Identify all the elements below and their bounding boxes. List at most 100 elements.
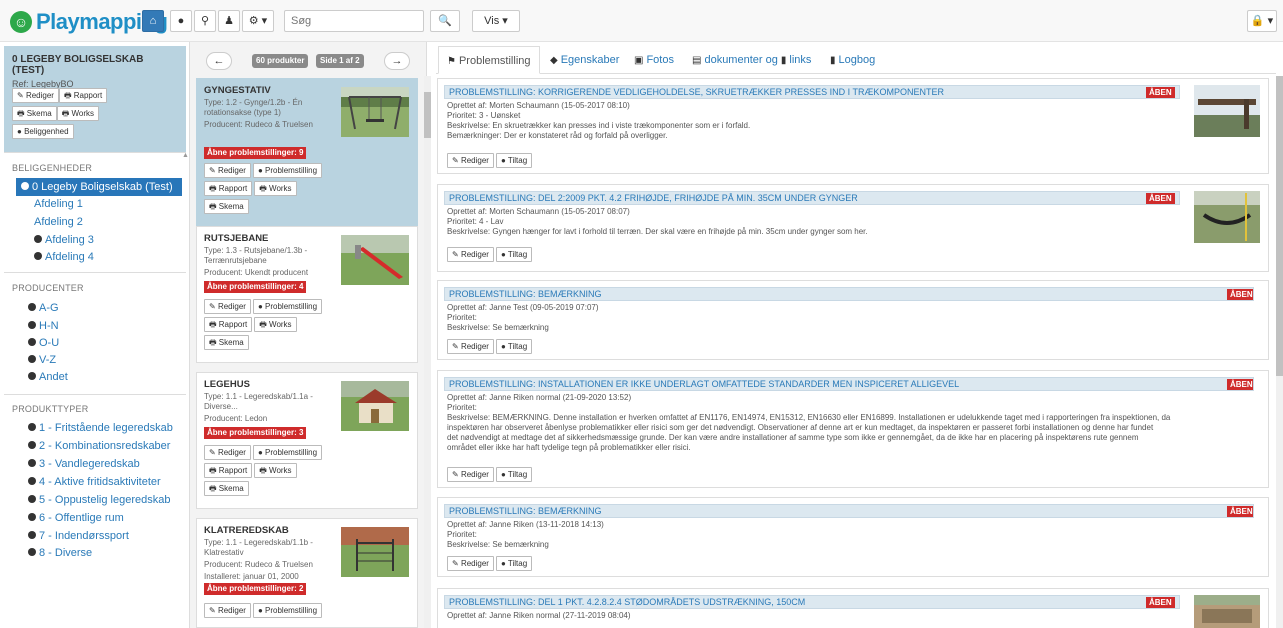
problem-title-text: PROBLEMSTILLING: DEL 1 PKT. 4.2.8.2.4 ST…	[449, 597, 806, 607]
location-item[interactable]: Afdeling 2	[34, 216, 83, 228]
location-item-selected[interactable]: 0 Legeby Boligselskab (Test)	[16, 178, 182, 196]
report-button[interactable]: 🖶 Rapport	[204, 181, 253, 196]
add-action-button[interactable]: ● Tiltag	[495, 153, 533, 168]
add-problem-button[interactable]: ● Problemstilling	[252, 299, 323, 314]
view-dropdown[interactable]: Vis ▾	[472, 10, 520, 32]
schema-button[interactable]: 🖶 Skema	[204, 199, 249, 214]
type-item[interactable]: 6 - Offentlige rum	[28, 512, 124, 524]
problem-title[interactable]: PROBLEMSTILLING: BEMÆRKNING ÅBEN	[444, 504, 1254, 518]
edit-problem-button[interactable]: ✎ Rediger	[447, 339, 494, 354]
location-item[interactable]: Afdeling 1	[34, 198, 83, 210]
settings-dropdown[interactable]: ⚙ ▾	[242, 10, 274, 32]
property-works-button[interactable]: 🖶 Works	[56, 106, 99, 121]
tab-dokumenter[interactable]: ▤ dokumenter og ▮ links	[684, 46, 819, 74]
type-item[interactable]: 2 - Kombinationsredskaber	[28, 440, 170, 452]
type-item[interactable]: 8 - Diverse	[28, 547, 92, 559]
type-label: 8 - Diverse	[39, 547, 93, 559]
top-navbar: ☺ Playmapping ⌂ ● ⚲ ♟ ⚙ ▾ 🔍 Vis ▾ 🔒 ▾	[0, 0, 1283, 42]
problem-title[interactable]: PROBLEMSTILLING: DEL 1 PKT. 4.2.8.2.4 ST…	[444, 595, 1180, 609]
problem-title[interactable]: PROBLEMSTILLING: KORRIGERENDE VEDLIGEHOL…	[444, 85, 1180, 99]
open-issues-badge[interactable]: Åbne problemstillinger: 2	[204, 583, 307, 595]
producer-item[interactable]: V-Z	[28, 354, 56, 366]
product-card[interactable]: RUTSJEBANE Type: 1.3 - Rutsjebane/1.3b -…	[196, 226, 418, 363]
edit-problem-button[interactable]: ✎ Rediger	[447, 247, 494, 262]
tab-fotos[interactable]: ▣ Fotos	[626, 46, 682, 74]
edit-problem-button[interactable]: ✎ Rediger	[447, 556, 494, 571]
producer-item[interactable]: Andet	[28, 371, 68, 383]
add-action-button[interactable]: ● Tiltag	[495, 556, 533, 571]
action-label: Tiltag	[507, 470, 528, 479]
problem-photo[interactable]	[1194, 85, 1260, 137]
scroll-up-icon[interactable]: ▲	[182, 152, 189, 159]
edit-button[interactable]: ✎ Rediger	[204, 299, 251, 314]
open-issues-badge[interactable]: Åbne problemstillinger: 3	[204, 427, 307, 439]
edit-problem-button[interactable]: ✎ Rediger	[447, 153, 494, 168]
products-scrollbar-thumb[interactable]	[424, 92, 431, 138]
edit-button[interactable]: ✎ Rediger	[204, 445, 251, 460]
schema-button[interactable]: 🖶 Skema	[204, 481, 249, 496]
products-scrollbar[interactable]	[424, 76, 431, 628]
type-item[interactable]: 3 - Vandlegeredskab	[28, 458, 140, 470]
property-edit-button[interactable]: ✎ Rediger	[12, 88, 59, 103]
add-action-button[interactable]: ● Tiltag	[495, 467, 533, 482]
type-item[interactable]: 5 - Oppustelig legeredskab	[28, 494, 170, 506]
property-report-button[interactable]: 🖶 Rapport	[58, 88, 108, 103]
climbing-frame-thumbnail[interactable]	[341, 527, 409, 577]
tab-logbog[interactable]: ▮ Logbog	[822, 46, 883, 74]
product-card[interactable]: KLATREREDSKAB Type: 1.1 - Legeredskab/1.…	[196, 518, 418, 628]
edit-problem-button[interactable]: ✎ Rediger	[447, 467, 494, 482]
type-item[interactable]: 7 - Indendørssport	[28, 530, 129, 542]
works-button[interactable]: 🖶 Works	[254, 181, 297, 196]
schema-button[interactable]: 🖶 Skema	[204, 335, 249, 350]
add-action-button[interactable]: ● Tiltag	[495, 339, 533, 354]
add-problem-button[interactable]: ● Problemstilling	[252, 603, 323, 618]
works-button[interactable]: 🖶 Works	[254, 463, 297, 478]
swing-thumbnail[interactable]	[341, 87, 409, 137]
tab-egenskaber[interactable]: ◆ Egenskaber	[542, 46, 627, 74]
edit-button[interactable]: ✎ Rediger	[204, 163, 251, 178]
search-button[interactable]: 🔍	[430, 10, 460, 32]
type-item[interactable]: 4 - Aktive fritidsaktiviteter	[28, 476, 161, 488]
slide-thumbnail[interactable]	[341, 235, 409, 285]
open-issues-badge[interactable]: Åbne problemstillinger: 4	[204, 281, 307, 293]
property-schema-button[interactable]: 🖶 Skema	[12, 106, 57, 121]
add-action-button[interactable]: ● Tiltag	[495, 247, 533, 262]
main-scrollbar[interactable]	[1276, 76, 1283, 628]
problem-title[interactable]: PROBLEMSTILLING: INSTALLATIONEN ER IKKE …	[444, 377, 1254, 391]
lock-dropdown[interactable]: 🔒 ▾	[1247, 10, 1277, 32]
problem-title[interactable]: PROBLEMSTILLING: DEL 2:2009 PKT. 4.2 FRI…	[444, 191, 1180, 205]
tab-problemstilling[interactable]: ⚑ Problemstilling	[438, 46, 540, 74]
type-item[interactable]: 1 - Fritstående legeredskab	[28, 422, 173, 434]
location-item[interactable]: Afdeling 4	[34, 251, 94, 263]
user-button[interactable]: ♟	[218, 10, 240, 32]
schema-label: Skema	[218, 338, 244, 347]
main-scrollbar-thumb[interactable]	[1276, 76, 1283, 376]
open-issues-badge[interactable]: Åbne problemstillinger: 9	[204, 147, 307, 159]
location-button[interactable]: ●	[170, 10, 192, 32]
zoom-button[interactable]: ⚲	[194, 10, 216, 32]
producer-item[interactable]: O-U	[28, 337, 59, 349]
home-button[interactable]: ⌂	[142, 10, 164, 32]
tab-label: Problemstilling	[458, 55, 531, 67]
add-problem-button[interactable]: ● Problemstilling	[252, 163, 323, 178]
problem-title[interactable]: PROBLEMSTILLING: BEMÆRKNING ÅBEN	[444, 287, 1254, 301]
add-location-button[interactable]: ● Beliggenhed	[12, 124, 74, 139]
producer-item[interactable]: A-G	[28, 302, 59, 314]
problem-photo[interactable]	[1194, 191, 1260, 243]
add-problem-button[interactable]: ● Problemstilling	[252, 445, 323, 460]
next-page-button[interactable]: →	[384, 52, 410, 70]
report-button[interactable]: 🖶 Rapport	[204, 463, 253, 478]
search-input[interactable]	[284, 10, 424, 32]
location-item[interactable]: Afdeling 3	[34, 234, 94, 246]
product-card[interactable]: LEGEHUS Type: 1.1 - Legeredskab/1.1a - D…	[196, 372, 418, 509]
playhouse-thumbnail[interactable]	[341, 381, 409, 431]
edit-button[interactable]: ✎ Rediger	[204, 603, 251, 618]
report-button[interactable]: 🖶 Rapport	[204, 317, 253, 332]
add-problem-label: Problemstilling	[265, 166, 318, 175]
works-button[interactable]: 🖶 Works	[254, 317, 297, 332]
problem-photo[interactable]	[1194, 595, 1260, 628]
locations-header: BELIGGENHEDER	[12, 163, 93, 173]
flag-icon: ⚑	[447, 56, 456, 67]
prev-page-button[interactable]: ←	[206, 52, 232, 70]
producer-item[interactable]: H-N	[28, 320, 59, 332]
